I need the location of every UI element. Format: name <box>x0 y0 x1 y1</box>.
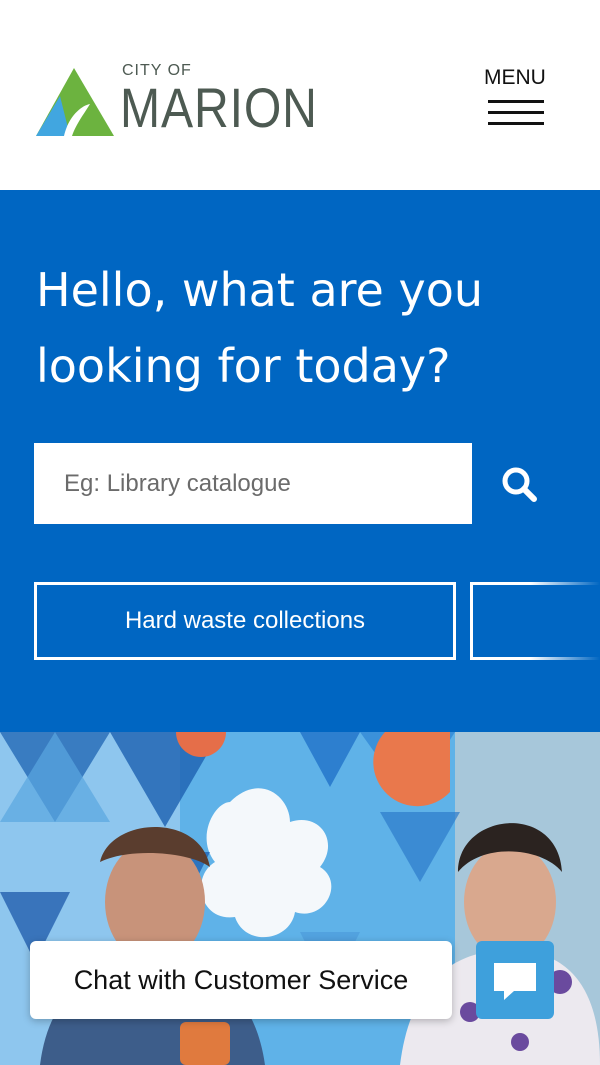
search-icon <box>502 467 537 502</box>
menu-button[interactable]: MENU <box>478 64 554 134</box>
hamburger-icon <box>488 100 544 133</box>
search-input[interactable] <box>34 443 472 524</box>
search-hero: Hello, what are you looking for today? H… <box>0 190 600 732</box>
city-of-marion-logo[interactable]: CITY OF MARION <box>36 62 326 142</box>
chat-label: Chat with Customer Service <box>73 964 409 995</box>
site-header: CITY OF MARION MENU <box>0 0 600 190</box>
chat-bubble-icon <box>494 963 536 1000</box>
chat-open-button[interactable] <box>476 941 554 1019</box>
menu-label: MENU <box>484 66 546 89</box>
carousel-fade <box>530 580 600 662</box>
quick-link-hard-waste[interactable]: Hard waste collections <box>34 582 456 660</box>
quick-link-label: Hard waste collections <box>124 607 366 634</box>
quick-links-carousel: Hard waste collections E <box>34 580 600 662</box>
chat-with-customer-service-button[interactable]: Chat with Customer Service <box>30 941 452 1019</box>
logo-triangle-icon <box>36 68 114 136</box>
logo-marion-text: MARION <box>120 76 318 139</box>
search-button[interactable] <box>490 456 548 512</box>
hero-title: Hello, what are you looking for today? <box>36 263 483 393</box>
